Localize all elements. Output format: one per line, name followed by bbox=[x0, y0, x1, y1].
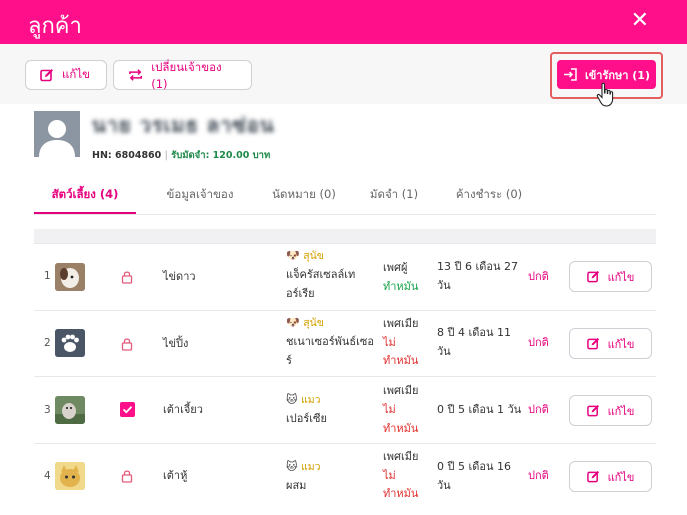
tab-bar: สัตว์เลี้ยง (4) ข้อมูลเจ้าของ นัดหมาย (0… bbox=[34, 178, 656, 215]
cat-icon: 🐱 bbox=[286, 393, 298, 406]
pet-neuter: ไม่ bbox=[383, 469, 396, 482]
edit-icon bbox=[586, 270, 599, 283]
pet-photo bbox=[55, 263, 85, 291]
pet-species: 🐱 แมว bbox=[286, 393, 321, 406]
edit-icon bbox=[586, 337, 599, 350]
pet-name: ไข่ปิ้ง bbox=[163, 337, 189, 350]
owner-name: นาย วรเมธ ลาซ่อน bbox=[92, 113, 275, 137]
pet-age: 13 ปี 6 เดือน 27 bbox=[437, 260, 518, 273]
edit-pet-button[interactable]: แก้ไข bbox=[569, 261, 652, 292]
pet-species: 🐶 สุนัข bbox=[286, 249, 324, 262]
edit-pet-label: แก้ไข bbox=[607, 337, 635, 351]
pet-status: ปกติ bbox=[528, 403, 549, 416]
edit-pet-button[interactable]: แก้ไข bbox=[569, 395, 652, 426]
tab-outstanding[interactable]: ค้างชำระ (0) bbox=[436, 178, 542, 212]
owner-meta: HN: 6804860 | รับมัดจำ: 120.00 บาท bbox=[92, 148, 270, 163]
pet-neuter: ไม่ bbox=[383, 336, 396, 349]
edit-icon bbox=[586, 470, 599, 483]
login-icon bbox=[564, 68, 577, 81]
edit-pet-label: แก้ไข bbox=[607, 270, 635, 284]
edit-owner-button[interactable]: แก้ไข bbox=[25, 60, 107, 90]
pet-breed: แจ็ครัสเซลล์เท bbox=[286, 268, 356, 281]
row-divider bbox=[34, 310, 656, 311]
pet-breed: ชเนาเซอร์พันธ์เซอ bbox=[286, 335, 374, 348]
pet-species: 🐱 แมว bbox=[286, 460, 321, 473]
pet-breed: เปอร์เซีย bbox=[286, 412, 327, 425]
edit-pet-label: แก้ไข bbox=[607, 470, 635, 484]
pet-sex: เพศเมีย bbox=[383, 384, 419, 397]
pet-name: เต้าเจี้ยว bbox=[163, 403, 203, 416]
pet-breed: ผสม bbox=[286, 479, 307, 492]
pet-photo bbox=[55, 396, 85, 424]
pet-neuter-wrap: ทำหมัน bbox=[383, 422, 419, 435]
meta-separator: | bbox=[164, 150, 168, 161]
edit-pet-button[interactable]: แก้ไข bbox=[569, 328, 652, 359]
edit-owner-label: แก้ไข bbox=[62, 67, 91, 81]
pet-neuter-wrap: ทำหมัน bbox=[383, 354, 419, 367]
pet-species: 🐶 สุนัข bbox=[286, 316, 324, 329]
edit-icon bbox=[40, 69, 53, 82]
pet-age-wrap: วัน bbox=[437, 479, 451, 492]
change-owner-label: เปลี่ยนเจ้าของ (1) bbox=[151, 60, 222, 91]
pet-status: ปกติ bbox=[528, 270, 549, 283]
edit-pet-label: แก้ไข bbox=[607, 404, 635, 418]
modal-header: ลูกค้า ✕ bbox=[0, 0, 687, 44]
pet-age: 0 ปี 5 เดือน 16 bbox=[437, 460, 511, 473]
lock-icon[interactable] bbox=[121, 270, 133, 284]
table-header bbox=[34, 229, 656, 243]
pet-neuter: ทำหมัน bbox=[383, 280, 419, 293]
pet-age-wrap: วัน bbox=[437, 279, 451, 292]
pet-photo-placeholder bbox=[55, 329, 85, 357]
pet-neuter: ไม่ bbox=[383, 403, 396, 416]
person-icon bbox=[39, 120, 75, 157]
pet-age: 8 ปี 4 เดือน 11 bbox=[437, 326, 511, 339]
row-number: 4 bbox=[44, 470, 51, 482]
pet-status: ปกติ bbox=[528, 336, 549, 349]
pet-sex: เพศเมีย bbox=[383, 450, 419, 463]
row-divider bbox=[34, 376, 656, 377]
hand-cursor-icon bbox=[596, 82, 614, 107]
row-number: 1 bbox=[44, 270, 51, 282]
pet-photo bbox=[55, 462, 85, 490]
pet-sex: เพศผู้ bbox=[383, 261, 408, 274]
close-icon[interactable]: ✕ bbox=[631, 8, 649, 33]
modal-title: ลูกค้า bbox=[28, 14, 82, 39]
paw-icon bbox=[55, 329, 85, 357]
pet-sex: เพศเมีย bbox=[383, 317, 419, 330]
owner-avatar bbox=[34, 111, 80, 157]
row-number: 2 bbox=[44, 337, 51, 349]
pet-status: ปกติ bbox=[528, 469, 549, 482]
pet-name: เต้าหู้ bbox=[163, 469, 188, 482]
lock-icon[interactable] bbox=[121, 337, 133, 351]
row-number: 3 bbox=[44, 404, 51, 416]
dog-icon: 🐶 bbox=[286, 249, 300, 262]
tab-pets[interactable]: สัตว์เลี้ยง (4) bbox=[34, 178, 136, 214]
pet-breed-wrap: อร์เรีย bbox=[286, 287, 315, 300]
swap-icon bbox=[129, 69, 143, 81]
row-divider bbox=[34, 443, 656, 444]
owner-deposit: รับมัดจำ: 120.00 บาท bbox=[171, 150, 271, 161]
cat-icon: 🐱 bbox=[286, 460, 298, 473]
tab-appointments[interactable]: นัดหมาย (0) bbox=[256, 178, 352, 212]
pet-age-wrap: วัน bbox=[437, 345, 451, 358]
edit-pet-button[interactable]: แก้ไข bbox=[569, 461, 652, 492]
admit-label: เข้ารักษา (1) bbox=[585, 68, 650, 82]
check-icon bbox=[122, 406, 133, 414]
tab-deposit[interactable]: มัดจำ (1) bbox=[352, 178, 436, 212]
select-checkbox[interactable] bbox=[120, 402, 135, 417]
lock-icon[interactable] bbox=[121, 469, 133, 483]
owner-hn: HN: 6804860 bbox=[92, 150, 162, 161]
row-divider bbox=[34, 243, 656, 244]
tab-owner-info[interactable]: ข้อมูลเจ้าของ bbox=[144, 178, 256, 212]
edit-icon bbox=[586, 404, 599, 417]
dog-icon: 🐶 bbox=[286, 316, 300, 329]
pet-neuter-wrap: ทำหมัน bbox=[383, 487, 419, 500]
change-owner-button[interactable]: เปลี่ยนเจ้าของ (1) bbox=[113, 60, 252, 91]
pet-name: ไข่ดาว bbox=[163, 270, 196, 283]
pet-age: 0 ปี 5 เดือน 1 วัน bbox=[437, 403, 522, 416]
pet-breed-wrap: ร์ bbox=[286, 354, 292, 367]
